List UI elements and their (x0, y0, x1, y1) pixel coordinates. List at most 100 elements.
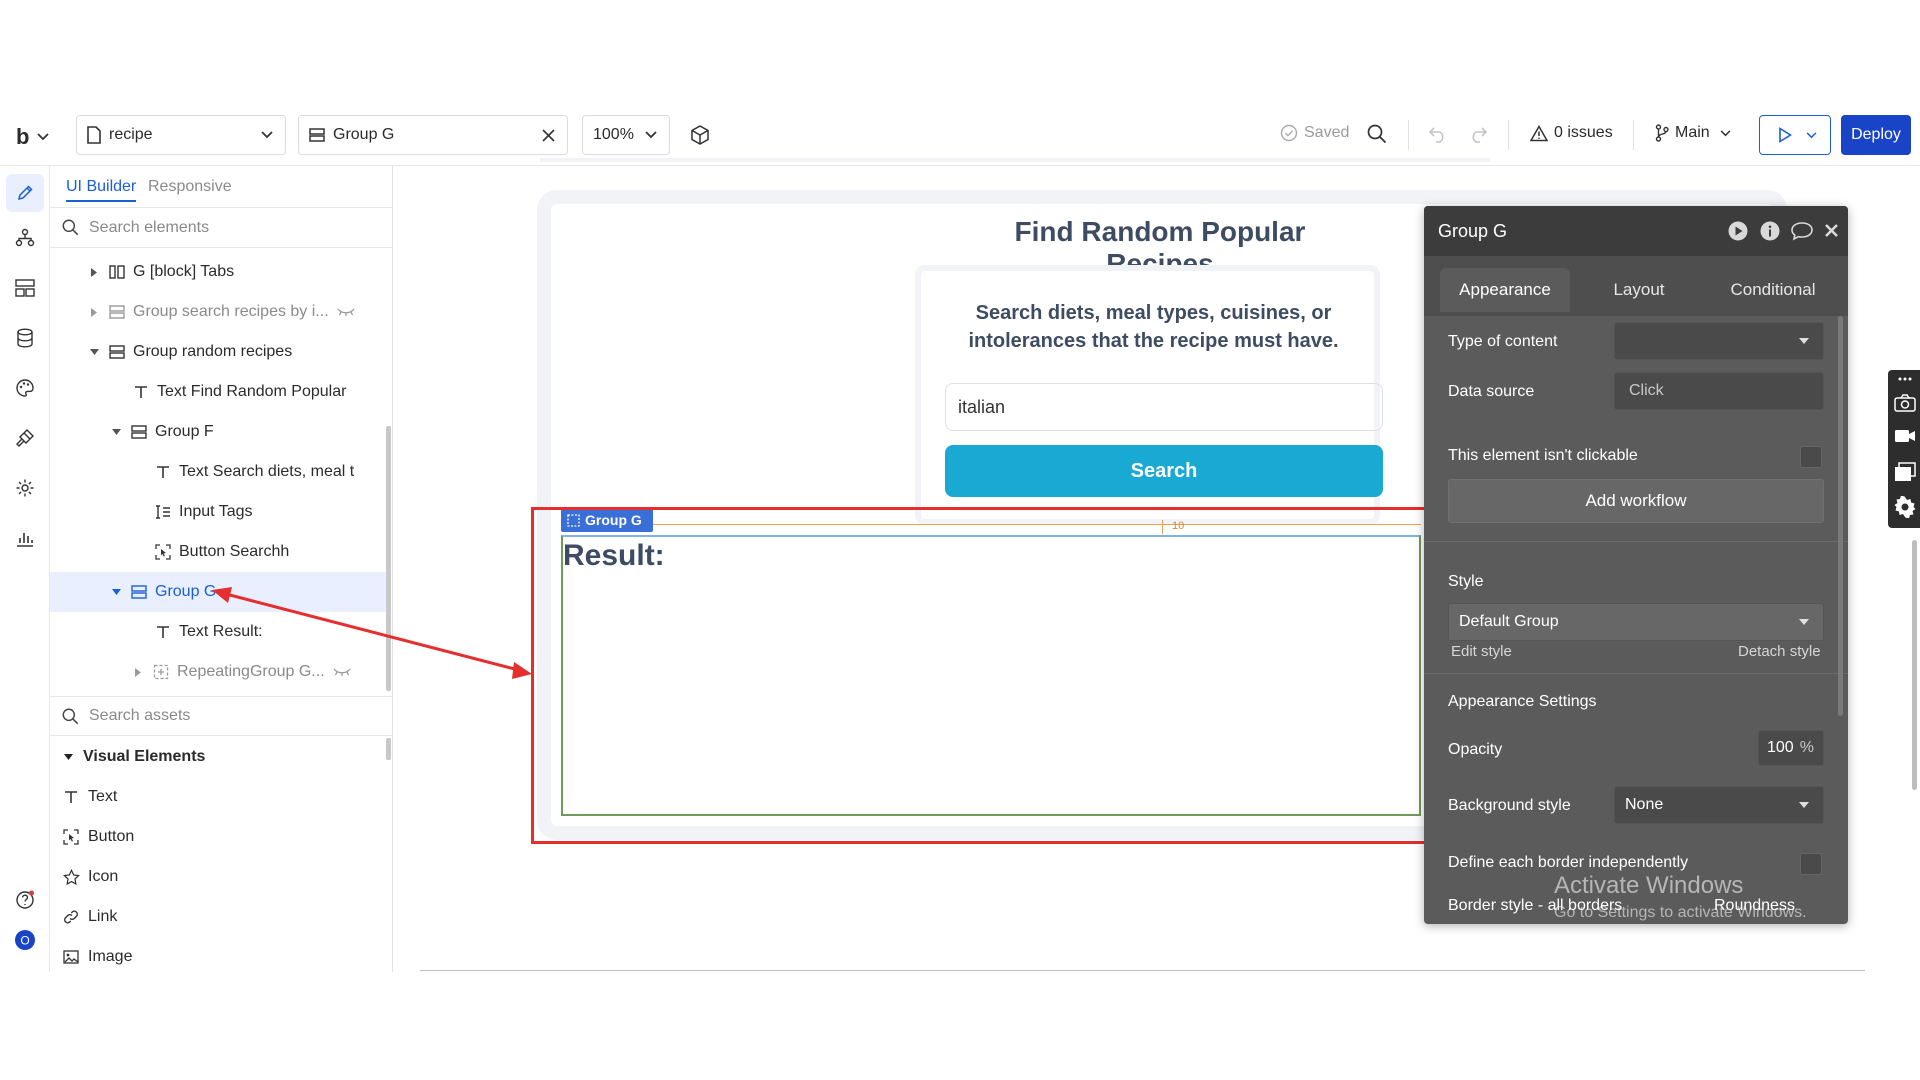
styles-palette-icon[interactable] (13, 376, 37, 400)
caret-down-icon[interactable] (110, 429, 122, 435)
redo-icon[interactable] (1468, 125, 1488, 143)
tags-input[interactable]: italian (945, 383, 1383, 431)
type-of-content-dropdown[interactable] (1614, 322, 1824, 360)
branch-icon (1655, 124, 1669, 142)
layers-icon[interactable] (1894, 462, 1916, 482)
user-avatar[interactable]: O (13, 928, 37, 952)
help-icon[interactable] (13, 888, 37, 912)
play-icon (1778, 127, 1792, 143)
data-types-icon[interactable] (13, 276, 37, 300)
page-selector[interactable]: recipe (76, 115, 286, 155)
more-icon[interactable] (1896, 374, 1914, 384)
tree-item-input-tags[interactable]: Input Tags (50, 492, 386, 532)
tab-ui-builder[interactable]: UI Builder (66, 172, 137, 202)
search-card-group[interactable]: Search diets, meal types, cuisines, or i… (915, 265, 1383, 525)
tree-item-button-searchh[interactable]: Button Searchh (50, 532, 386, 572)
caret-right-icon[interactable] (88, 267, 100, 277)
caret-down-icon[interactable] (88, 349, 100, 355)
element-selector[interactable]: Group G (298, 115, 568, 155)
zoom-selector[interactable]: 100% (582, 115, 670, 155)
design-tab-pencil-icon[interactable] (6, 174, 44, 212)
tab-layout[interactable]: Layout (1574, 268, 1704, 312)
tree-item-group-f[interactable]: Group F (50, 412, 386, 452)
deploy-button[interactable]: Deploy (1841, 115, 1911, 155)
search-icon[interactable] (1367, 124, 1387, 144)
data-source-label: Data source (1448, 383, 1535, 400)
left-navigation-rail: O (0, 166, 50, 972)
branch-selector[interactable]: Main (1655, 124, 1731, 142)
asset-button[interactable]: Button (62, 819, 134, 855)
tree-item-label: Button Searchh (179, 543, 290, 560)
comment-icon[interactable] (1790, 221, 1814, 241)
edit-style-link[interactable]: Edit style (1451, 643, 1512, 660)
text-icon (154, 463, 172, 481)
search-elements-input[interactable]: Search elements (89, 219, 209, 237)
canvas-scrollbar[interactable] (1912, 540, 1917, 790)
undo-icon[interactable] (1428, 125, 1448, 143)
tree-item-label: Group G (155, 583, 217, 600)
property-editor-header[interactable]: Group G (1424, 206, 1848, 256)
svg-text:O: O (20, 934, 29, 948)
tab-responsive[interactable]: Responsive (148, 172, 232, 202)
property-editor-scrollbar[interactable] (1838, 316, 1843, 716)
detach-style-link[interactable]: Detach style (1738, 643, 1821, 660)
asset-link[interactable]: Link (62, 899, 117, 935)
tree-item-group-search-recipes[interactable]: Group search recipes by i... (50, 292, 386, 332)
search-elements[interactable]: Search elements (50, 208, 393, 248)
info-icon[interactable] (1760, 221, 1780, 241)
caret-down-icon (1799, 619, 1809, 625)
not-clickable-checkbox[interactable] (1800, 446, 1822, 468)
tree-item-text-search-diets[interactable]: Text Search diets, meal t (50, 452, 386, 492)
tree-item-g-block-tabs[interactable]: G [block] Tabs (50, 252, 386, 292)
search-assets-input[interactable]: Search assets (89, 707, 190, 725)
database-icon[interactable] (13, 326, 37, 350)
asset-text[interactable]: Text (62, 779, 117, 815)
tree-item-group-random-recipes[interactable]: Group random recipes (50, 332, 386, 372)
panel-tabs: UI Builder Responsive (50, 166, 393, 208)
divider (1408, 120, 1409, 150)
caret-right-icon[interactable] (88, 307, 100, 317)
assets-scrollbar[interactable] (386, 738, 391, 760)
group-icon (130, 583, 148, 601)
video-icon[interactable] (1894, 428, 1916, 444)
caret-down-icon (1799, 338, 1809, 344)
search-instructions-text[interactable]: Search diets, meal types, cuisines, or i… (941, 299, 1366, 355)
tab-conditional[interactable]: Conditional (1708, 268, 1838, 312)
caret-right-icon[interactable] (132, 667, 144, 677)
element-tree-panel: UI Builder Responsive Search elements G … (50, 166, 393, 972)
close-icon[interactable] (542, 129, 555, 142)
visual-elements-header[interactable]: Visual Elements (62, 739, 205, 775)
bubble-logo-menu[interactable]: b (16, 124, 50, 150)
background-style-dropdown[interactable]: None (1614, 786, 1824, 824)
style-value: Default Group (1459, 613, 1559, 630)
camera-icon[interactable] (1894, 394, 1916, 412)
link-icon (62, 908, 80, 926)
issues-button[interactable]: 0 issues (1530, 124, 1613, 142)
search-assets[interactable]: Search assets (50, 696, 393, 736)
settings-gear-icon[interactable] (13, 476, 37, 500)
asset-label: Button (88, 828, 135, 845)
logs-chart-icon[interactable] (13, 526, 37, 550)
add-workflow-button[interactable]: Add workflow (1448, 479, 1824, 523)
data-source-field[interactable]: Click (1614, 372, 1824, 410)
divider (1633, 120, 1634, 150)
tree-item-text-find-random[interactable]: Text Find Random Popular (50, 372, 386, 412)
search-button[interactable]: Search (945, 445, 1383, 497)
group-icon (130, 423, 148, 441)
asset-image[interactable]: Image (62, 939, 132, 975)
border-independent-checkbox[interactable] (1800, 853, 1822, 875)
preview-button[interactable] (1759, 115, 1831, 155)
asset-icon[interactable]: Icon (62, 859, 118, 895)
cube-icon[interactable] (689, 124, 711, 146)
tab-appearance[interactable]: Appearance (1440, 268, 1570, 312)
play-circle-icon[interactable] (1728, 221, 1748, 241)
gear-icon[interactable] (1894, 496, 1916, 518)
opacity-input[interactable]: 100 % (1758, 730, 1824, 766)
caret-down-icon[interactable] (110, 589, 122, 595)
workflow-icon[interactable] (13, 226, 37, 250)
property-editor-tabs: Appearance Layout Conditional (1424, 256, 1848, 316)
plugins-icon[interactable] (13, 426, 37, 450)
hidden-eye-icon[interactable] (337, 307, 355, 317)
style-dropdown[interactable]: Default Group (1448, 603, 1824, 641)
close-icon[interactable] (1824, 223, 1839, 238)
